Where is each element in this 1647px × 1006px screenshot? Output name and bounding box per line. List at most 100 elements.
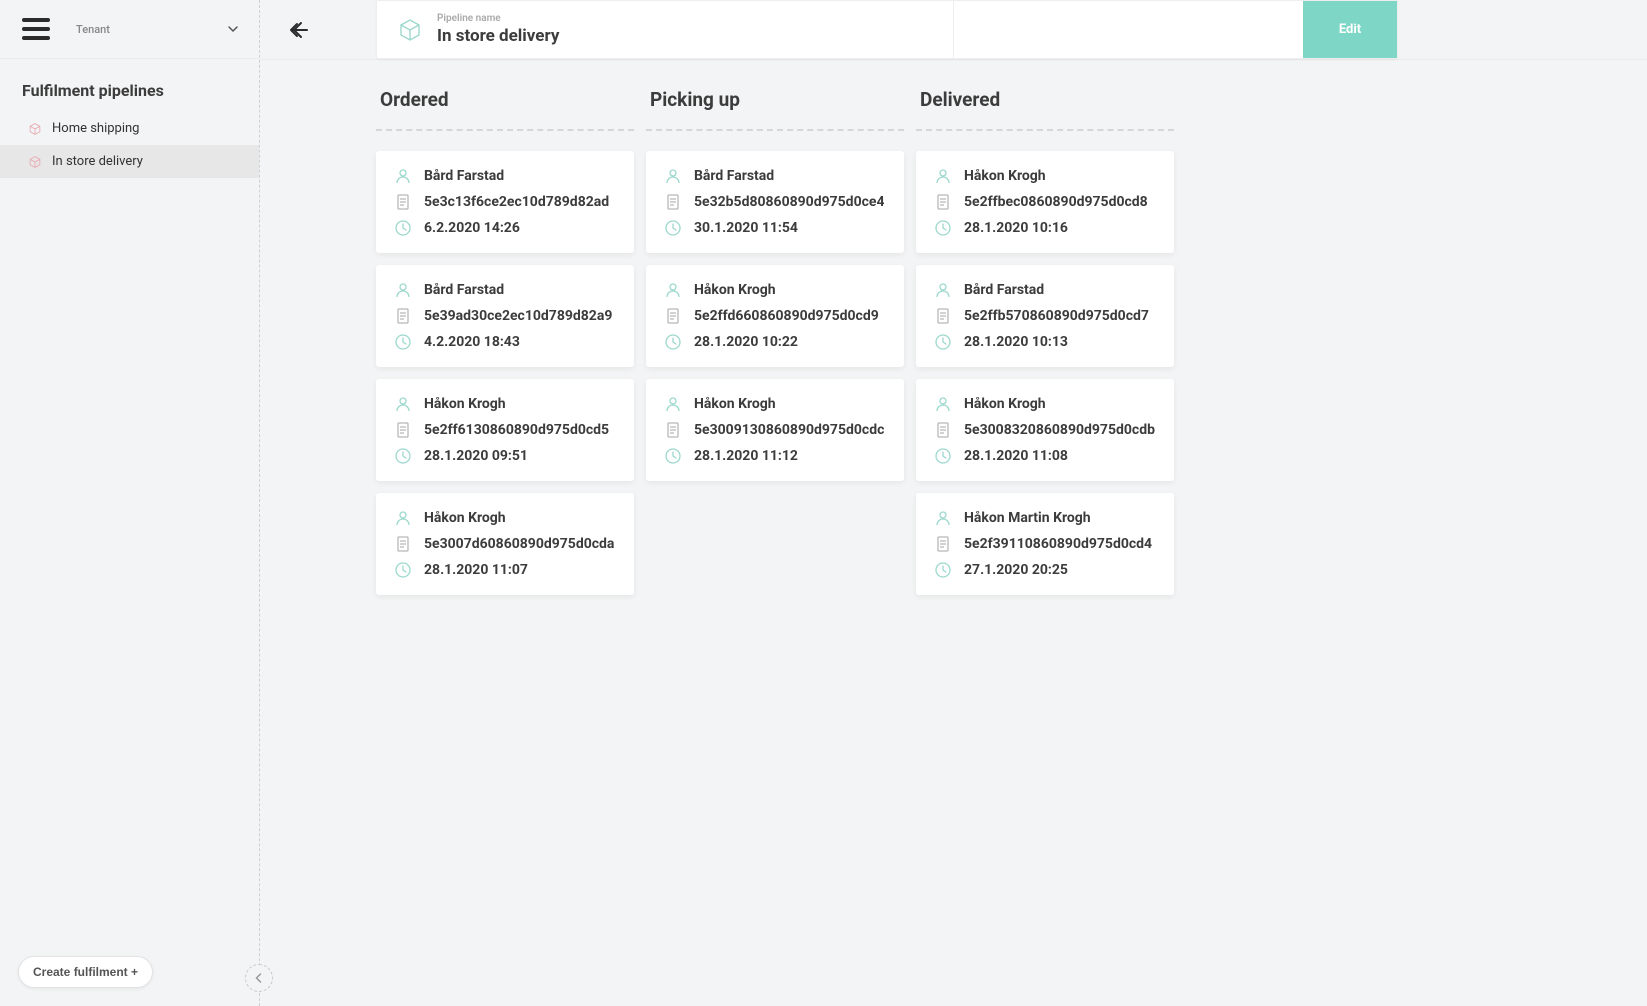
card-row: 5e32b5d80860890d975d0ce4: [664, 193, 886, 211]
sidebar-header: Tenant: [0, 0, 259, 59]
card-row: 5e3007d60860890d975d0cda: [394, 535, 616, 553]
pipeline-list: Home shippingIn store delivery: [0, 112, 259, 178]
person-icon: [394, 167, 412, 185]
order-card[interactable]: Bård Farstad5e2ffb570860890d975d0cd728.1…: [916, 265, 1174, 367]
card-row: 28.1.2020 10:16: [934, 219, 1156, 237]
document-icon: [394, 307, 412, 325]
clock-icon: [394, 561, 412, 579]
card-order-id: 5e3c13f6ce2ec10d789d82ad: [424, 194, 609, 210]
order-card[interactable]: Håkon Krogh5e2ffbec0860890d975d0cd828.1.…: [916, 151, 1174, 253]
order-card[interactable]: Håkon Martin Krogh 5e2f39110860890d975d0c…: [916, 493, 1174, 595]
card-row: Bård Farstad: [394, 167, 616, 185]
column-title: Delivered: [916, 78, 1174, 131]
sidebar-item-pipeline[interactable]: In store delivery: [0, 145, 259, 178]
document-icon: [664, 421, 682, 439]
card-row: Håkon Krogh: [934, 395, 1156, 413]
card-timestamp: 27.1.2020 20:25: [964, 562, 1068, 578]
card-order-id: 5e2ffb570860890d975d0cd7: [964, 308, 1149, 324]
card-row: 5e2f39110860890d975d0cd4: [934, 535, 1156, 553]
tenant-dropdown[interactable]: [227, 23, 239, 35]
card-row: 5e39ad30ce2ec10d789d82a9: [394, 307, 616, 325]
column-title: Ordered: [376, 78, 634, 131]
card-customer-name: Bård Farstad: [694, 168, 774, 184]
clock-icon: [934, 561, 952, 579]
person-icon: [394, 395, 412, 413]
order-card[interactable]: Bård Farstad 5e32b5d80860890d975d0ce4 30.1…: [646, 151, 904, 253]
card-list: Håkon Krogh5e2ffbec0860890d975d0cd828.1.…: [916, 151, 1174, 595]
pipeline-header-spacer: [954, 1, 1303, 58]
order-card[interactable]: Håkon Krogh5e3008320860890d975d0cdb28.1.…: [916, 379, 1174, 481]
document-icon: [394, 193, 412, 211]
card-order-id: 5e2ffd660860890d975d0cd9: [694, 308, 879, 324]
order-card[interactable]: Bård Farstad 5e39ad30ce2ec10d789d82a9 4.2.…: [376, 265, 634, 367]
card-row: 28.1.2020 09:51: [394, 447, 616, 465]
pipeline-name-section: Pipeline name In store delivery: [377, 1, 954, 58]
arrow-left-icon: [289, 19, 311, 41]
card-row: 28.1.2020 11:08: [934, 447, 1156, 465]
card-row: Bård Farstad: [664, 167, 886, 185]
package-icon: [28, 155, 42, 169]
card-customer-name: Håkon Krogh: [694, 282, 776, 298]
document-icon: [934, 193, 952, 211]
clock-icon: [664, 219, 682, 237]
card-timestamp: 4.2.2020 18:43: [424, 334, 520, 350]
card-timestamp: 28.1.2020 09:51: [424, 448, 528, 464]
order-card[interactable]: Bård Farstad 5e3c13f6ce2ec10d789d82ad 6.2.…: [376, 151, 634, 253]
person-icon: [934, 395, 952, 413]
card-row: Bård Farstad: [934, 281, 1156, 299]
edit-button[interactable]: Edit: [1303, 1, 1397, 58]
card-order-id: 5e39ad30ce2ec10d789d82a9: [424, 308, 612, 324]
card-row: Håkon Krogh: [664, 395, 886, 413]
card-timestamp: 30.1.2020 11:54: [694, 220, 798, 236]
hamburger-icon[interactable]: [22, 18, 50, 40]
card-order-id: 5e2ff6130860890d975d0cd5: [424, 422, 609, 438]
chevron-down-icon: [227, 23, 239, 35]
clock-icon: [394, 447, 412, 465]
document-icon: [664, 307, 682, 325]
card-timestamp: 28.1.2020 11:08: [964, 448, 1068, 464]
sidebar-section-title: Fulfilment pipelines: [0, 59, 259, 112]
card-customer-name: Bård Farstad: [424, 168, 504, 184]
card-order-id: 5e3009130860890d975d0cdc: [694, 422, 884, 438]
card-customer-name: Bård Farstad: [424, 282, 504, 298]
person-icon: [664, 167, 682, 185]
person-icon: [664, 281, 682, 299]
card-list: Bård Farstad 5e32b5d80860890d975d0ce4 30.1…: [646, 151, 904, 481]
main: Pipeline name In store delivery Edit Ord…: [260, 0, 1647, 1006]
card-row: 30.1.2020 11:54: [664, 219, 886, 237]
person-icon: [934, 167, 952, 185]
card-customer-name: Håkon Martin Krogh: [964, 510, 1091, 526]
card-row: 5e2ffb570860890d975d0cd7: [934, 307, 1156, 325]
main-topbar: Pipeline name In store delivery Edit: [260, 0, 1647, 60]
order-card[interactable]: Håkon Krogh 5e2ff6130860890d975d0cd5 28.1.…: [376, 379, 634, 481]
person-icon: [934, 281, 952, 299]
clock-icon: [934, 219, 952, 237]
person-icon: [664, 395, 682, 413]
board-column: Ordered Bård Farstad 5e3c13f6ce2ec10d789d8…: [376, 78, 634, 595]
card-timestamp: 6.2.2020 14:26: [424, 220, 520, 236]
sidebar-item-pipeline[interactable]: Home shipping: [0, 112, 259, 145]
person-icon: [394, 281, 412, 299]
create-fulfilment-button[interactable]: Create fulfilment +: [18, 956, 153, 988]
clock-icon: [934, 447, 952, 465]
card-row: 28.1.2020 10:22: [664, 333, 886, 351]
card-row: 5e2ff6130860890d975d0cd5: [394, 421, 616, 439]
order-card[interactable]: Håkon Krogh 5e3009130860890d975d0cdc 28.1.…: [646, 379, 904, 481]
clock-icon: [394, 219, 412, 237]
order-card[interactable]: Håkon Krogh5e3007d60860890d975d0cda28.1.…: [376, 493, 634, 595]
card-row: 28.1.2020 11:12: [664, 447, 886, 465]
card-customer-name: Bård Farstad: [964, 282, 1044, 298]
document-icon: [934, 307, 952, 325]
card-row: 4.2.2020 18:43: [394, 333, 616, 351]
sidebar: Tenant Fulfilment pipelines Home shippin…: [0, 0, 260, 1006]
card-timestamp: 28.1.2020 10:22: [694, 334, 798, 350]
back-button[interactable]: [282, 0, 318, 59]
pipeline-name-value: In store delivery: [437, 26, 559, 46]
card-customer-name: Håkon Krogh: [424, 396, 506, 412]
order-card[interactable]: Håkon Krogh 5e2ffd660860890d975d0cd9 28.1.…: [646, 265, 904, 367]
card-timestamp: 28.1.2020 10:16: [964, 220, 1068, 236]
clock-icon: [664, 333, 682, 351]
document-icon: [664, 193, 682, 211]
document-icon: [394, 535, 412, 553]
document-icon: [934, 421, 952, 439]
